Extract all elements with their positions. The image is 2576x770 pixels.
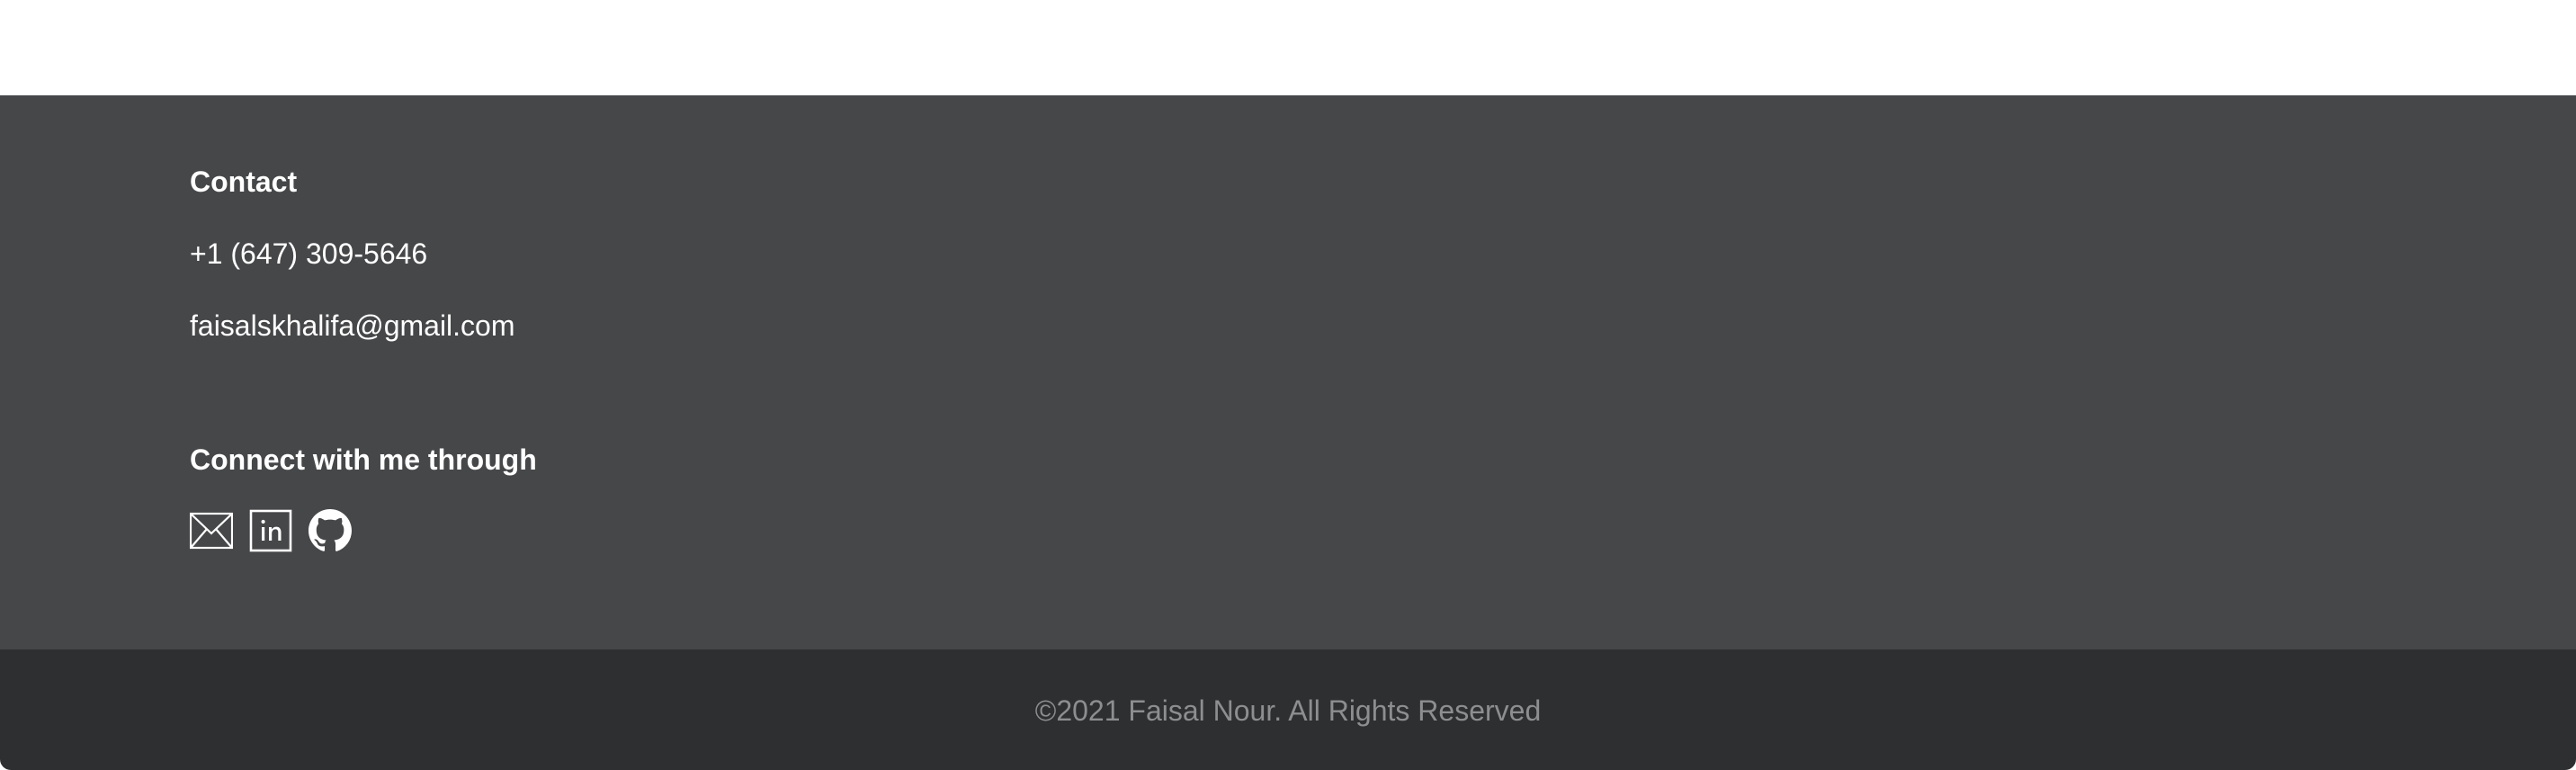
copyright-text: ©2021 Faisal Nour. All Rights Reserved bbox=[1034, 694, 1542, 727]
footer-bottom-bar: ©2021 Faisal Nour. All Rights Reserved bbox=[0, 649, 2576, 770]
footer: Contact +1 (647) 309-5646 faisalskhalifa… bbox=[0, 95, 2576, 649]
contact-heading: Contact bbox=[190, 166, 298, 198]
connect-heading: Connect with me through bbox=[190, 443, 537, 476]
linkedin-icon[interactable] bbox=[249, 509, 292, 552]
page: Contact +1 (647) 309-5646 faisalskhalifa… bbox=[0, 0, 2576, 770]
contact-email[interactable]: faisalskhalifa@gmail.com bbox=[190, 311, 515, 340]
github-icon[interactable] bbox=[309, 509, 352, 552]
mail-icon[interactable] bbox=[190, 509, 233, 552]
contact-phone[interactable]: +1 (647) 309-5646 bbox=[190, 239, 427, 268]
content-area bbox=[0, 0, 2576, 95]
